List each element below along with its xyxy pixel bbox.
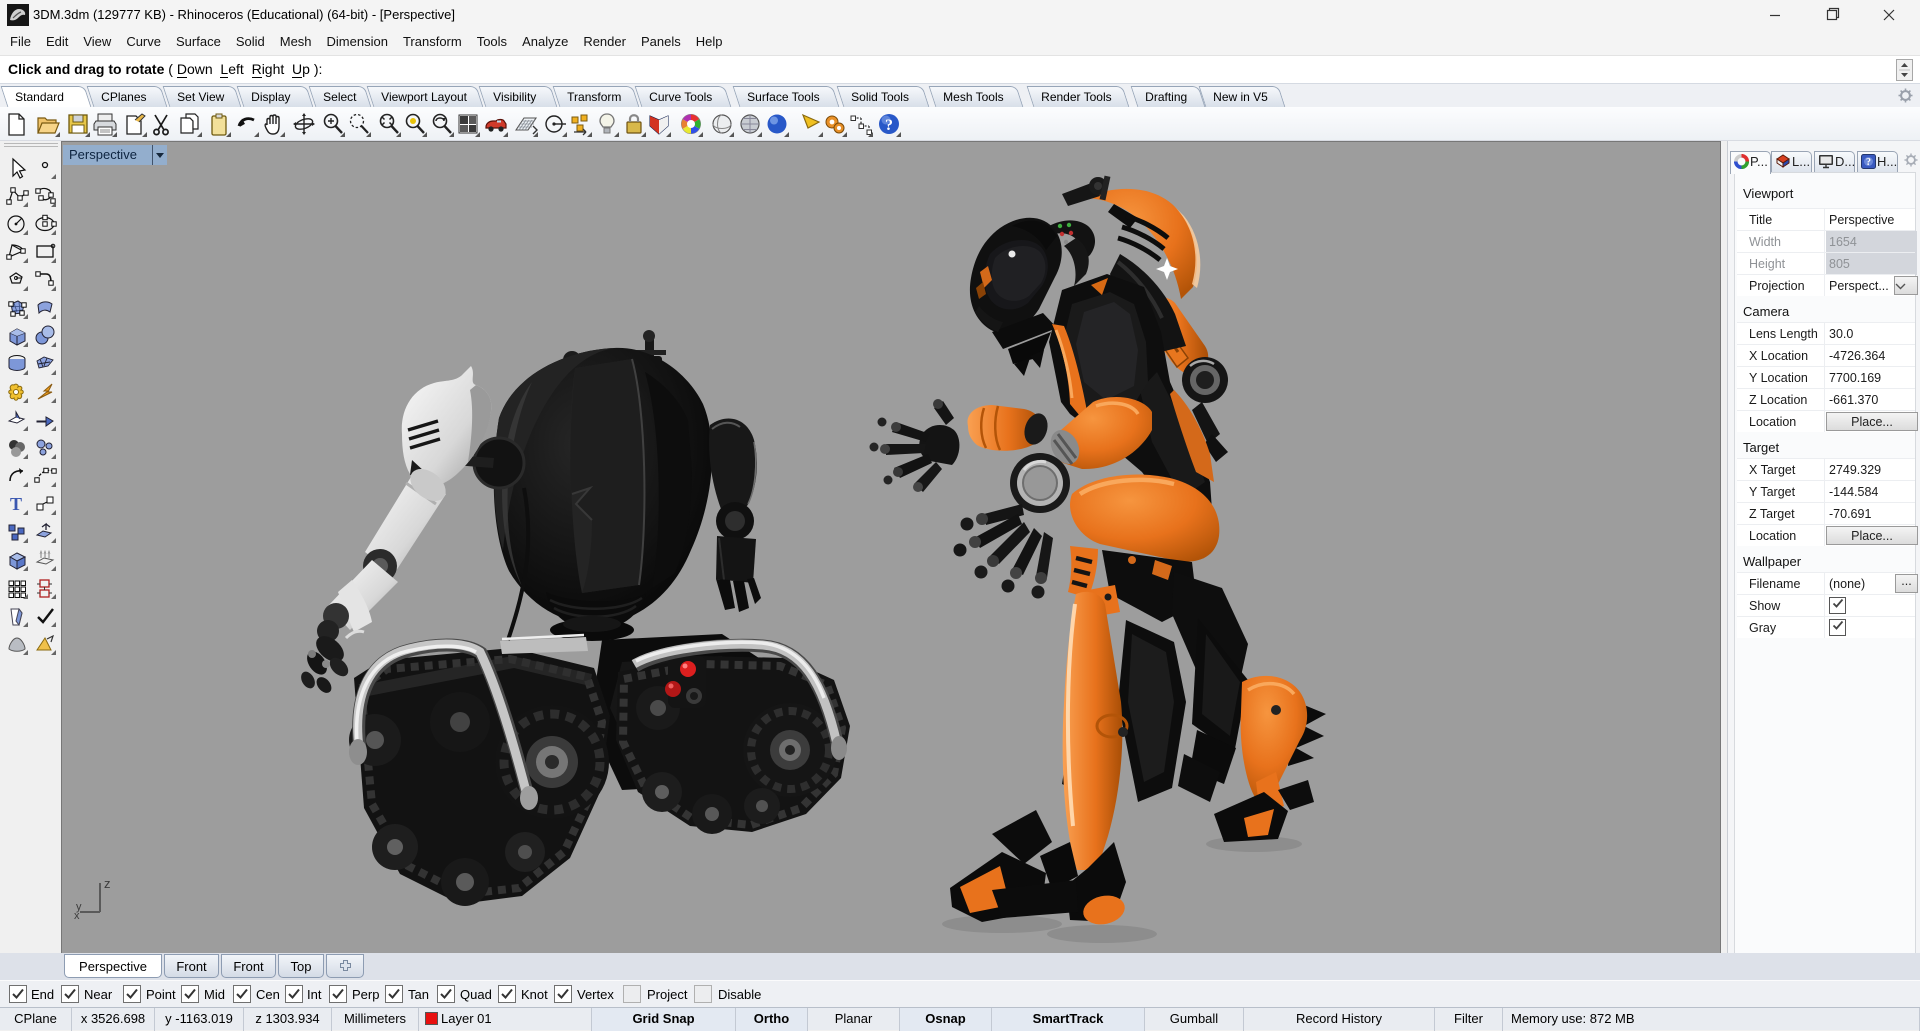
svg-text:?: ?: [885, 117, 893, 134]
svg-text:x: x: [74, 910, 80, 922]
svg-text:?: ?: [1866, 157, 1871, 168]
svg-text:z: z: [104, 876, 111, 891]
svg-text:T: T: [10, 494, 22, 514]
